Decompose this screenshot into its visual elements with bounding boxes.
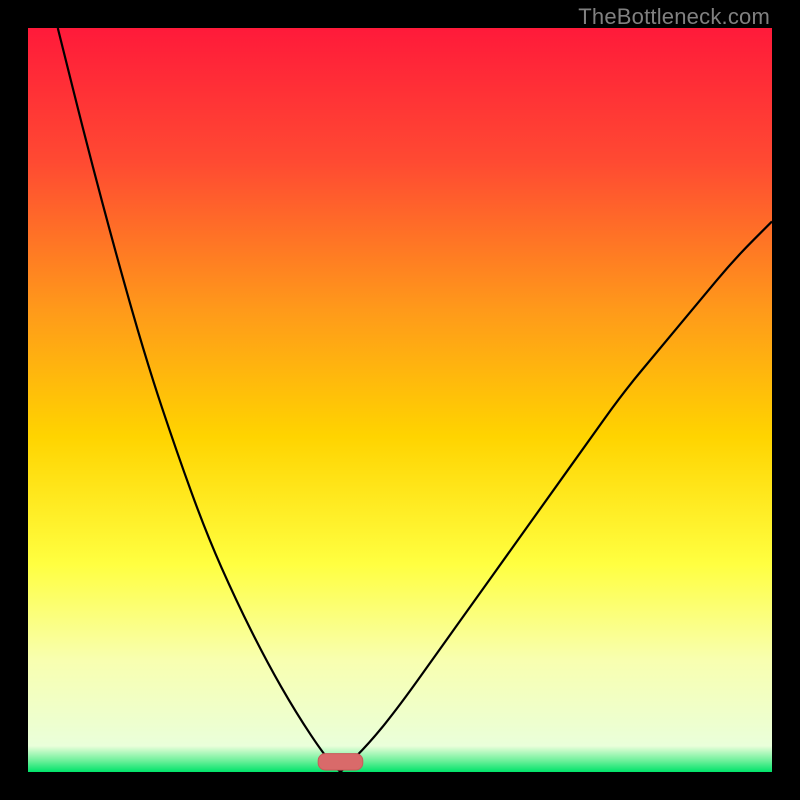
optimum-marker bbox=[318, 754, 363, 770]
plot-background bbox=[28, 28, 772, 772]
chart-frame bbox=[28, 28, 772, 772]
watermark-text: TheBottleneck.com bbox=[578, 4, 770, 30]
bottleneck-chart bbox=[28, 28, 772, 772]
